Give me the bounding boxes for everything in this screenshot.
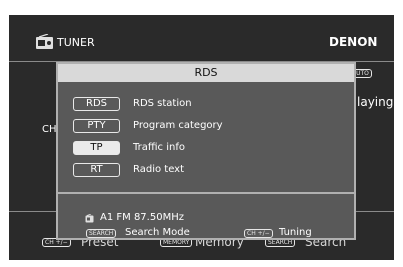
rt-button[interactable]: RT (73, 163, 120, 177)
radio-text-label: Radio text (133, 164, 185, 175)
rds-dialog: RDS RDS RDS station PTY Program category… (56, 62, 356, 240)
pty-button[interactable]: PTY (73, 119, 120, 133)
dialog-title: RDS (58, 64, 354, 82)
tuner-screen: TUNER DENON AUTO laying CH CH +/− Preset… (9, 15, 394, 260)
program-category-label: Program category (133, 120, 223, 131)
dialog-separator (58, 192, 354, 194)
rds-station-label: RDS station (133, 98, 192, 109)
radio-icon (36, 34, 53, 49)
search-mode-label: Search Mode (125, 227, 190, 238)
ch-label: CH (42, 124, 57, 135)
search-mode-button[interactable]: SEARCH (86, 229, 117, 238)
brand-logo: DENON (329, 35, 378, 49)
now-playing-text: laying (357, 95, 394, 109)
station-frequency: A1 FM 87.50MHz (100, 212, 184, 223)
rds-button[interactable]: RDS (73, 97, 120, 111)
tuning-label: Tuning (279, 227, 312, 238)
tuning-button[interactable]: CH +/− (244, 229, 273, 238)
traffic-info-label: Traffic info (133, 142, 185, 153)
station-icon (85, 214, 94, 223)
tp-button[interactable]: TP (73, 141, 120, 155)
source-title: TUNER (57, 36, 95, 49)
